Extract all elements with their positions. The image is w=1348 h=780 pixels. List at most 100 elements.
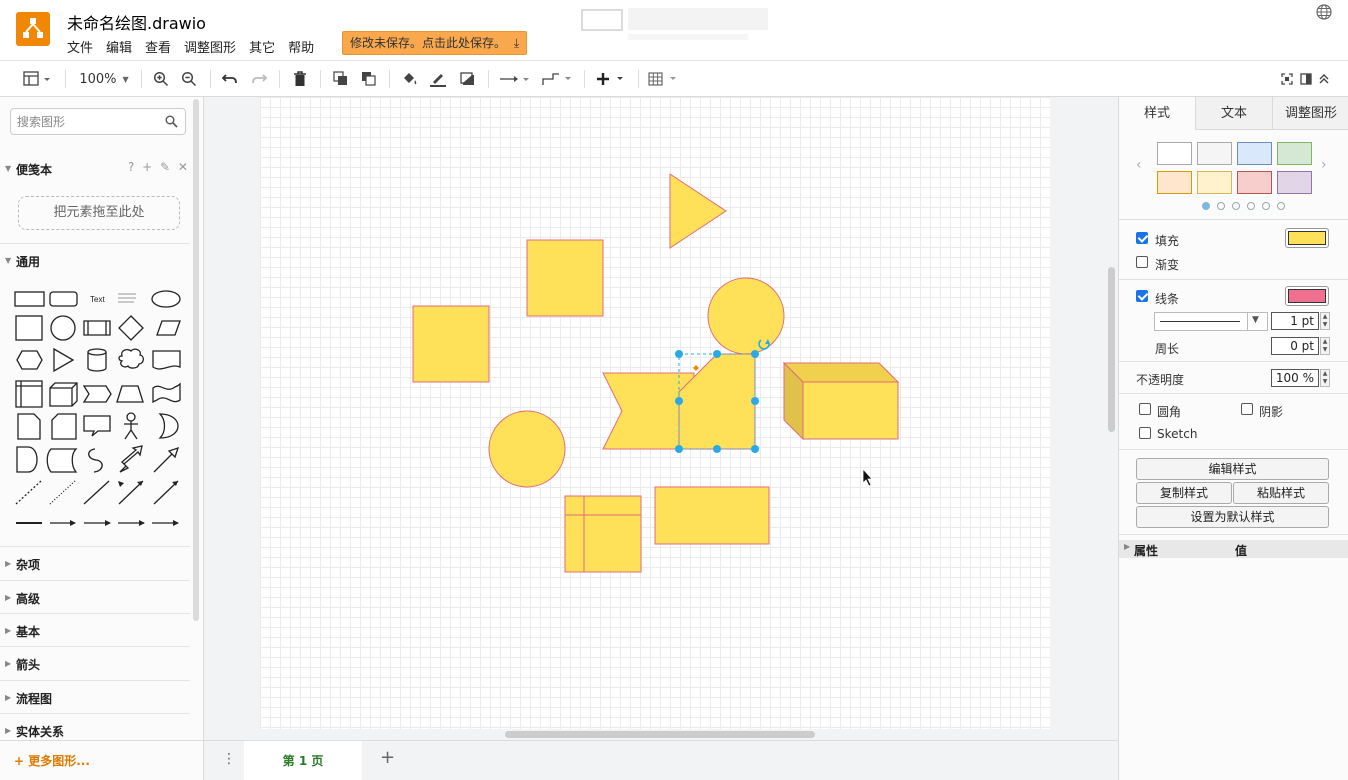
cylinder-shape-icon[interactable] bbox=[87, 348, 107, 372]
perimeter-input[interactable]: 0 pt bbox=[1271, 337, 1319, 355]
edit-style-button[interactable]: 编辑样式 bbox=[1136, 458, 1329, 480]
triangle-right-icon[interactable]: ▶ bbox=[1124, 542, 1130, 551]
menu-help[interactable]: 帮助 bbox=[288, 37, 314, 56]
square-shape-left[interactable] bbox=[412, 305, 490, 383]
view-panels-icon[interactable] bbox=[22, 69, 54, 89]
collapse-icon[interactable] bbox=[1318, 69, 1330, 89]
menu-extras[interactable]: 其它 bbox=[249, 37, 275, 56]
sketch-checkbox[interactable] bbox=[1139, 427, 1151, 439]
textbox-shape-icon[interactable] bbox=[118, 293, 136, 303]
page-dot-1[interactable] bbox=[1202, 202, 1210, 210]
menu-edit[interactable]: 编辑 bbox=[106, 37, 132, 56]
search-input[interactable] bbox=[17, 113, 157, 130]
trapezoid-shape-icon[interactable] bbox=[116, 385, 144, 403]
connection-icon[interactable] bbox=[498, 69, 532, 89]
perimeter-stepper[interactable]: ▲ ▼ bbox=[1320, 337, 1330, 355]
waypoints-icon[interactable] bbox=[540, 69, 574, 89]
line-color-icon[interactable] bbox=[428, 69, 448, 89]
internal-storage-shape[interactable] bbox=[564, 495, 642, 573]
dashed-line-icon[interactable] bbox=[15, 480, 42, 505]
vertical-scrollbar[interactable] bbox=[1108, 267, 1115, 432]
callout-shape-icon[interactable] bbox=[83, 415, 111, 437]
add-page-icon[interactable]: + bbox=[380, 747, 395, 768]
opacity-stepper[interactable]: ▲ ▼ bbox=[1320, 369, 1330, 387]
gradient-checkbox[interactable] bbox=[1136, 256, 1148, 268]
rounded-rect-shape-icon[interactable] bbox=[49, 291, 78, 307]
insert-icon[interactable] bbox=[594, 69, 628, 89]
tab-text[interactable]: 文本 bbox=[1195, 97, 1272, 130]
document-shape-icon[interactable] bbox=[152, 350, 181, 370]
card-shape-icon[interactable] bbox=[51, 413, 77, 440]
section-basic[interactable]: ▶ 基本 bbox=[0, 613, 190, 647]
style-swatch-8[interactable] bbox=[1277, 171, 1312, 194]
hexagon-shape-icon[interactable] bbox=[16, 350, 43, 370]
page-dot-6[interactable] bbox=[1277, 202, 1285, 210]
table-icon[interactable] bbox=[647, 69, 681, 89]
scratchpad-drop-zone[interactable]: 把元素拖至此处 bbox=[18, 196, 180, 230]
section-scratchpad[interactable]: ▼ 便笺本 ? + ✎ ✕ bbox=[0, 152, 190, 186]
triangle-shape[interactable] bbox=[669, 173, 727, 249]
directional-connector-icon[interactable] bbox=[153, 480, 179, 505]
diamond-shape-icon[interactable] bbox=[118, 315, 144, 341]
actor-shape-icon[interactable] bbox=[124, 412, 138, 440]
dotted-line-icon[interactable] bbox=[49, 480, 76, 505]
more-shapes-button[interactable]: + 更多图形... bbox=[14, 752, 90, 769]
process-shape-icon[interactable] bbox=[83, 320, 111, 336]
internal-storage-shape-icon[interactable] bbox=[15, 380, 43, 408]
page-dot-5[interactable] bbox=[1262, 202, 1270, 210]
to-back-icon[interactable] bbox=[360, 69, 378, 89]
step-shape-icon[interactable] bbox=[82, 385, 112, 403]
style-swatch-5[interactable] bbox=[1157, 171, 1192, 194]
page-dot-3[interactable] bbox=[1232, 202, 1240, 210]
bidirectional-arrow-shape-icon[interactable] bbox=[119, 445, 143, 473]
menu-arrange[interactable]: 调整图形 bbox=[184, 37, 236, 56]
chevron-right-icon[interactable]: › bbox=[1321, 157, 1327, 173]
tab-arrange[interactable]: 调整图形 bbox=[1272, 97, 1348, 130]
section-advanced[interactable]: ▶ 高级 bbox=[0, 580, 190, 614]
square-shape-icon[interactable] bbox=[15, 315, 43, 341]
rounded-checkbox[interactable] bbox=[1139, 403, 1151, 415]
section-flowchart[interactable]: ▶ 流程图 bbox=[0, 680, 190, 714]
or-shape-icon[interactable] bbox=[158, 413, 179, 439]
fill-checkbox[interactable] bbox=[1136, 232, 1148, 244]
format-panel-icon[interactable] bbox=[1300, 69, 1312, 89]
rectangle-shape-icon[interactable] bbox=[14, 291, 45, 307]
ellipse-shape-icon[interactable] bbox=[151, 290, 181, 308]
zoom-out-icon[interactable] bbox=[180, 69, 198, 89]
stored-data-shape-icon[interactable] bbox=[46, 448, 78, 473]
rectangle-shape[interactable] bbox=[654, 486, 770, 545]
cube-shape-icon[interactable] bbox=[49, 382, 78, 407]
diagram-canvas[interactable] bbox=[204, 97, 1118, 740]
style-swatch-2[interactable] bbox=[1197, 142, 1232, 165]
fill-color-button[interactable] bbox=[1285, 228, 1329, 248]
style-swatch-1[interactable] bbox=[1157, 142, 1192, 165]
sidebar-scrollbar[interactable] bbox=[193, 99, 199, 621]
shadow-icon[interactable] bbox=[458, 69, 478, 89]
copy-style-button[interactable]: 复制样式 bbox=[1136, 482, 1232, 504]
page-dot-2[interactable] bbox=[1217, 202, 1225, 210]
bidirectional-connector-icon[interactable] bbox=[118, 480, 144, 505]
shadow-checkbox[interactable] bbox=[1241, 403, 1253, 415]
line-color-button[interactable] bbox=[1285, 286, 1329, 306]
delete-icon[interactable] bbox=[291, 69, 309, 89]
set-default-style-button[interactable]: 设置为默认样式 bbox=[1136, 506, 1329, 528]
fullscreen-icon[interactable] bbox=[1280, 69, 1294, 89]
redo-icon[interactable] bbox=[250, 69, 268, 89]
line-width-stepper[interactable]: ▲ ▼ bbox=[1320, 312, 1330, 330]
delay-shape-icon[interactable] bbox=[16, 446, 38, 473]
arrow-shape-icon[interactable] bbox=[153, 446, 180, 473]
zoom-dropdown[interactable]: 100% ▼ bbox=[76, 69, 132, 89]
style-swatch-3[interactable] bbox=[1237, 142, 1272, 165]
document-title[interactable]: 未命名绘图.drawio bbox=[67, 10, 206, 34]
section-entity-relation[interactable]: ▶ 实体关系 bbox=[0, 713, 190, 747]
pages-menu-icon[interactable]: ⋮ bbox=[222, 751, 236, 767]
line-width-input[interactable]: 1 pt bbox=[1271, 312, 1319, 330]
undo-icon[interactable] bbox=[221, 69, 239, 89]
menu-view[interactable]: 查看 bbox=[145, 37, 171, 56]
page-dot-4[interactable] bbox=[1247, 202, 1255, 210]
note-shape-icon[interactable] bbox=[17, 413, 41, 440]
paste-style-button[interactable]: 粘贴样式 bbox=[1233, 482, 1329, 504]
menu-file[interactable]: 文件 bbox=[67, 37, 93, 56]
line-style-dropdown[interactable]: ▼ bbox=[1154, 312, 1268, 331]
style-swatch-7[interactable] bbox=[1237, 171, 1272, 194]
